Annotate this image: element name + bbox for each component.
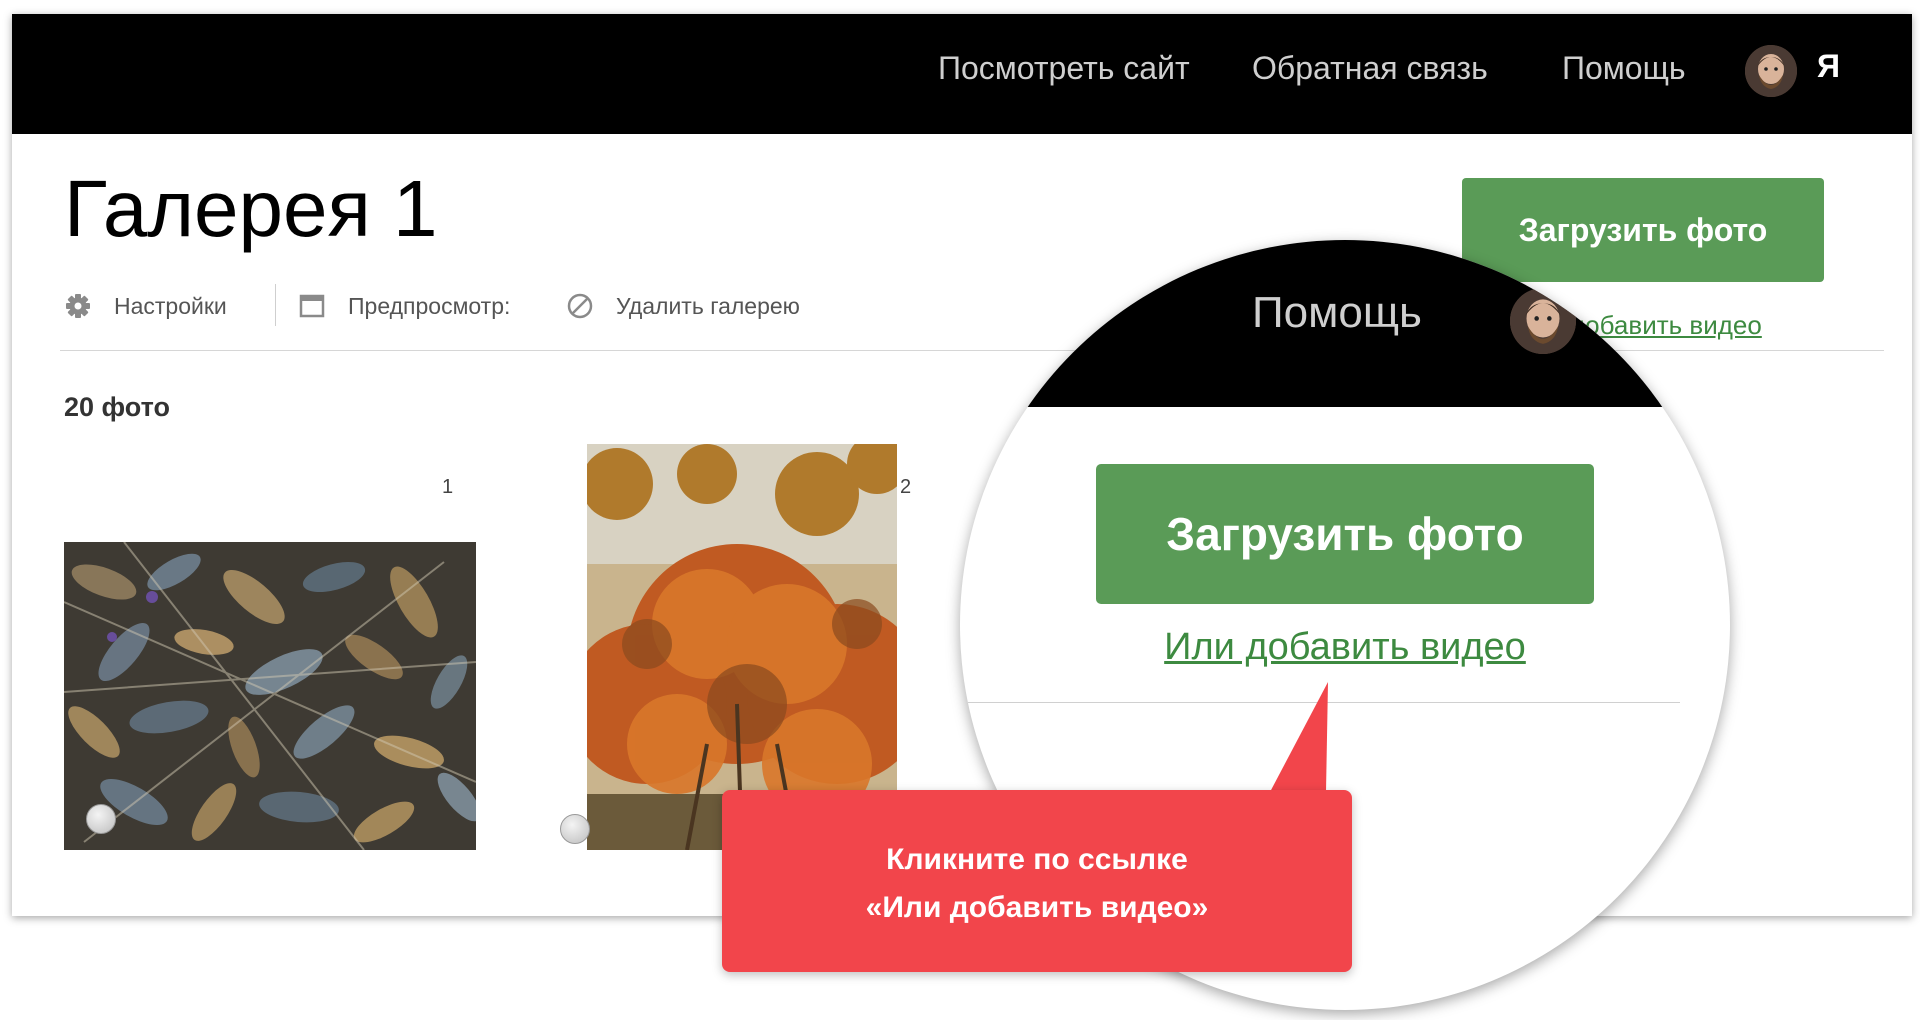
- nav-view-site-link[interactable]: Посмотреть сайт: [938, 50, 1190, 87]
- toolbar-divider: [275, 284, 276, 326]
- settings-label: Настройки: [114, 292, 227, 319]
- preview-action[interactable]: Предпросмотр:: [298, 292, 510, 320]
- top-navigation-bar: Посмотреть сайт Обратная связь Помощь Я: [12, 14, 1912, 134]
- photo-number: 1: [442, 476, 454, 498]
- user-avatar[interactable]: [1745, 45, 1797, 97]
- magnified-add-video-link: Или добавить видео: [1164, 626, 1526, 668]
- avatar-image: [1745, 45, 1797, 97]
- instruction-callout: Кликните по ссылке «Или добавить видео»: [722, 790, 1352, 972]
- user-menu-label[interactable]: Я: [1817, 48, 1840, 85]
- photo-select-radio[interactable]: [86, 804, 116, 834]
- nav-feedback-link[interactable]: Обратная связь: [1252, 50, 1488, 87]
- nav-help-link[interactable]: Помощь: [1562, 50, 1686, 87]
- callout-line-1: Кликните по ссылке: [886, 843, 1188, 876]
- page-title: Галерея 1: [64, 164, 438, 253]
- callout-line-2: «Или добавить видео»: [865, 891, 1209, 924]
- prohibited-icon: [566, 292, 594, 320]
- callout-text: Кликните по ссылке «Или добавить видео»: [722, 836, 1352, 932]
- magnified-upload-photo-button: Загрузить фото: [1096, 464, 1594, 604]
- delete-gallery-label: Удалить галерею: [616, 292, 800, 319]
- photo-select-radio[interactable]: [560, 814, 590, 844]
- magnified-avatar: [1510, 288, 1576, 354]
- magnified-nav-help: Помощь: [1252, 288, 1422, 337]
- settings-action[interactable]: Настройки: [64, 292, 227, 320]
- magnified-top-bar: язь Помощь: [960, 240, 1730, 407]
- leaves-image: [64, 542, 476, 850]
- callout-pointer: [1270, 682, 1328, 792]
- photo-count: 20 фото: [64, 392, 170, 422]
- gear-icon: [64, 292, 92, 320]
- photo-thumbnail-leaves[interactable]: [64, 542, 476, 850]
- magnified-nav-feedback-partial: язь: [1040, 288, 1107, 337]
- photo-number: 2: [900, 476, 912, 498]
- preview-label: Предпросмотр:: [348, 292, 511, 319]
- window-icon: [298, 292, 326, 320]
- delete-gallery-action[interactable]: Удалить галерею: [566, 292, 800, 320]
